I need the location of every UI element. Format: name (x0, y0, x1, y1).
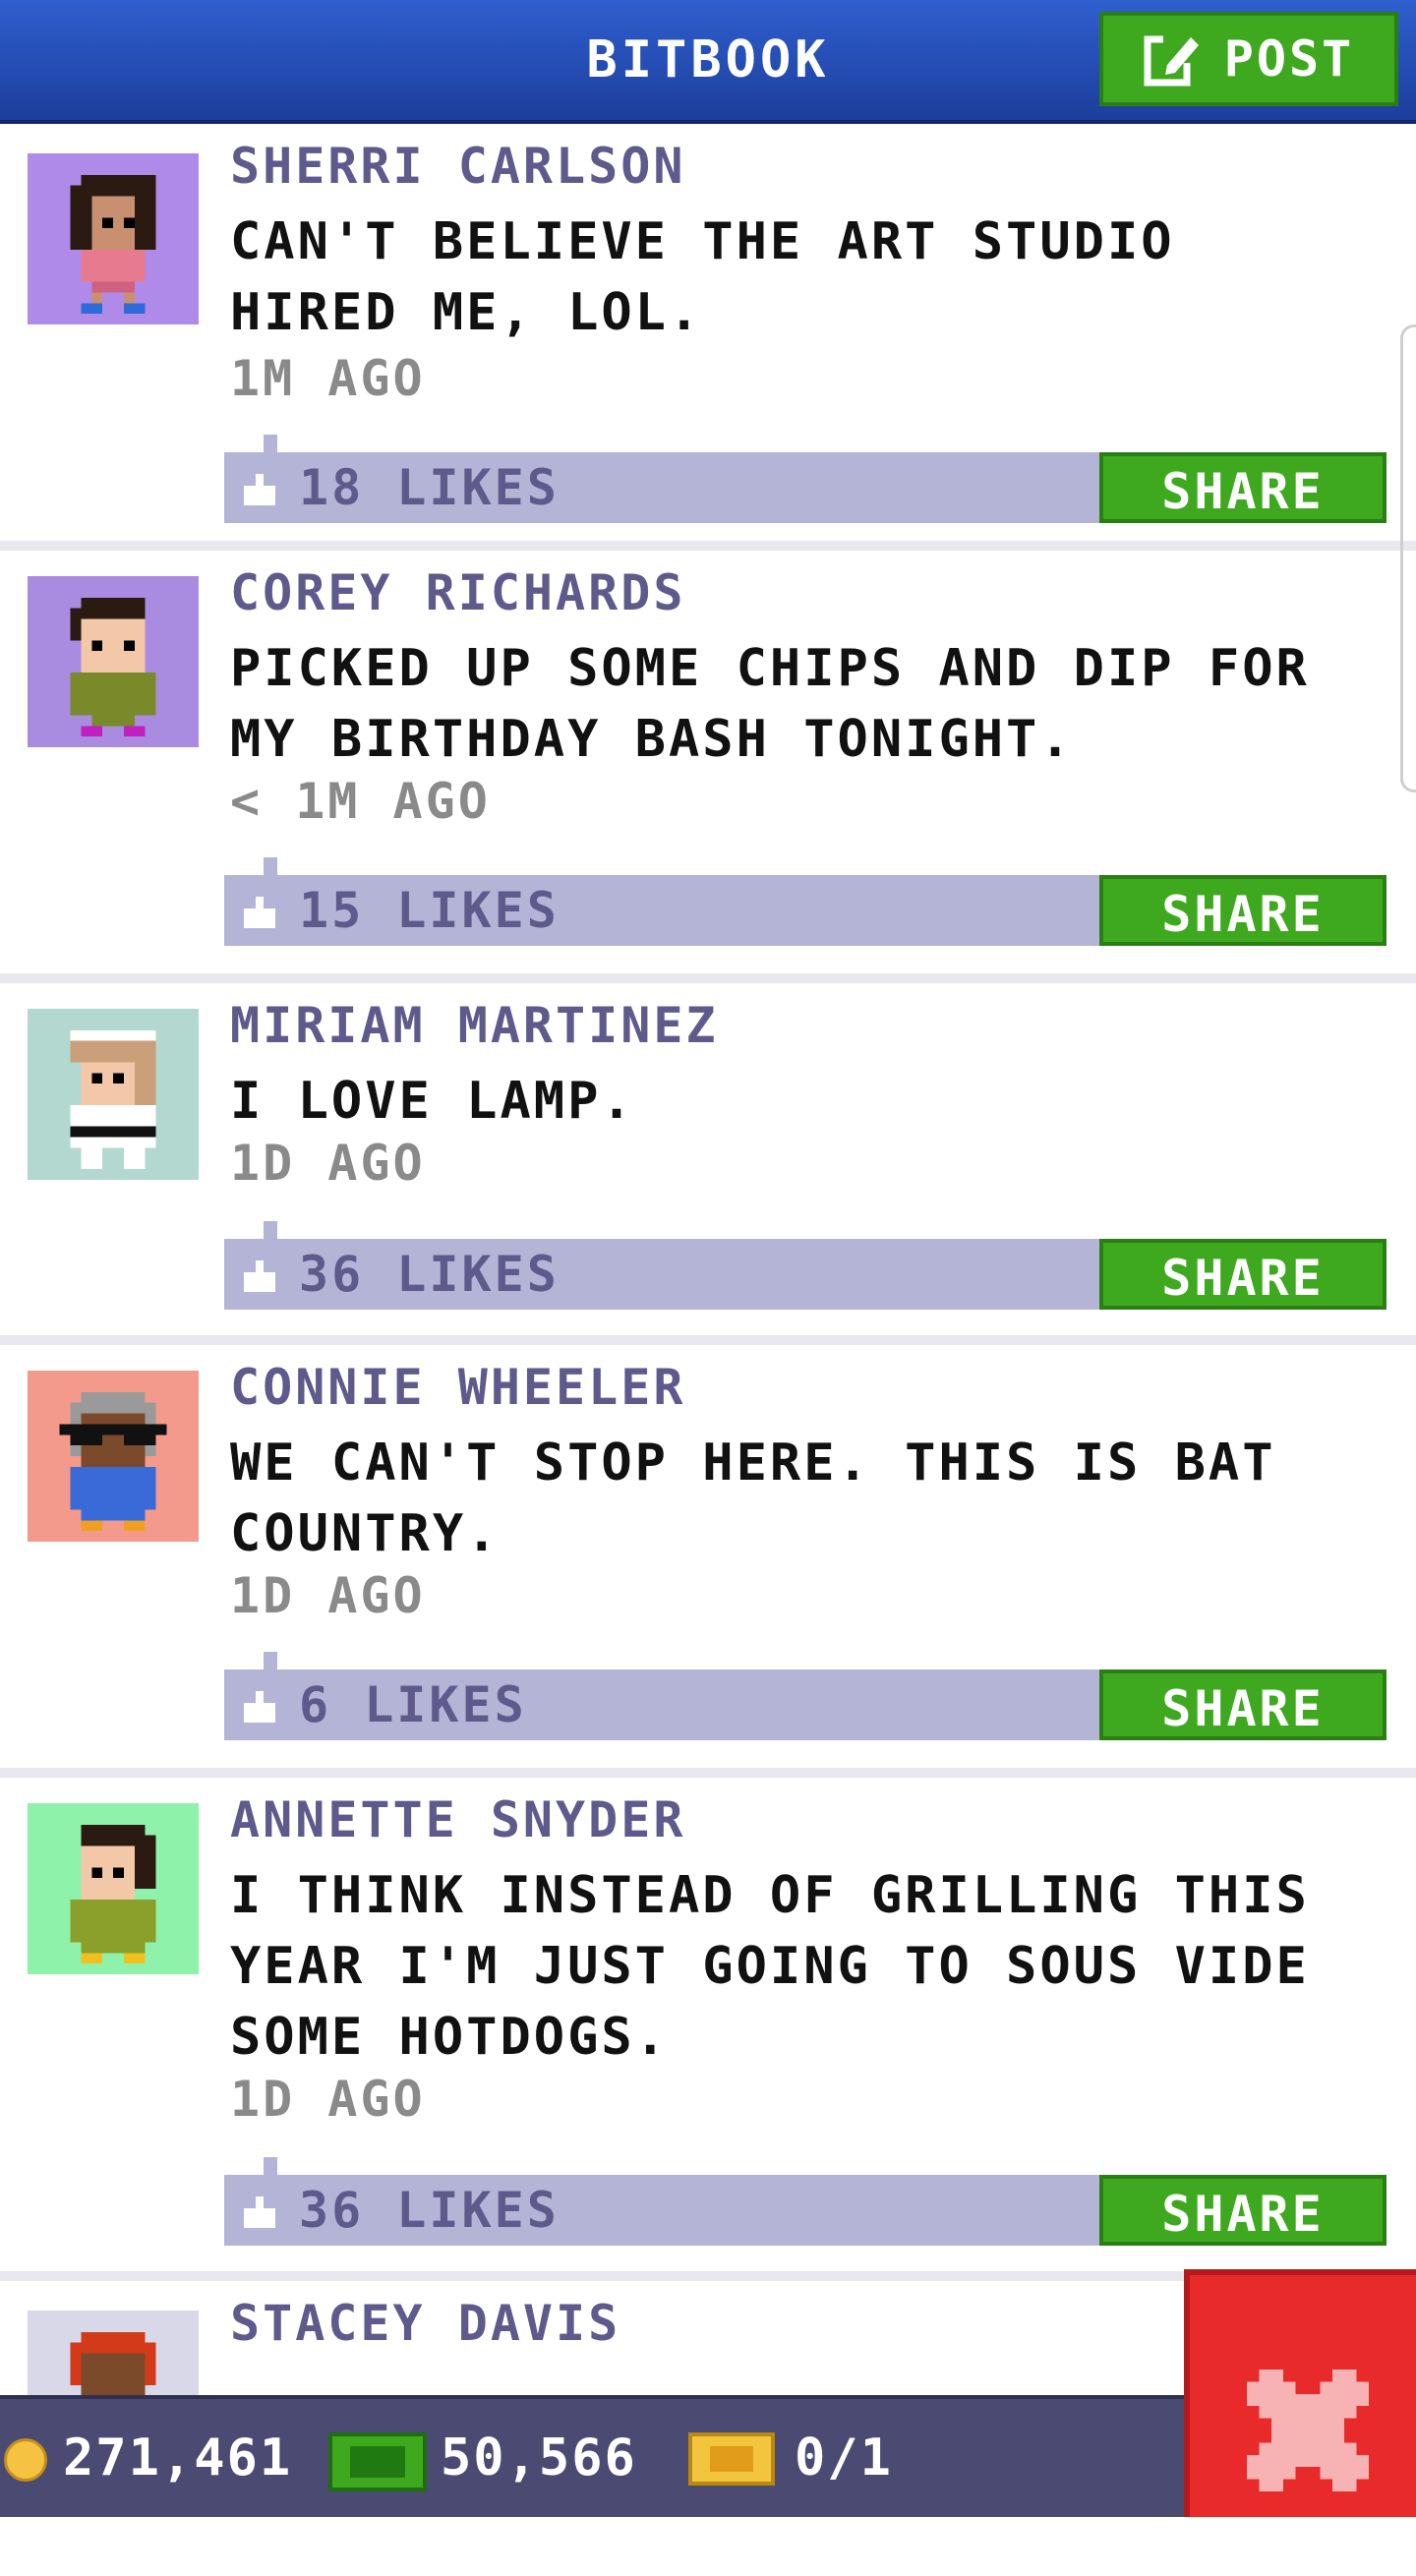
like-bar: 6 LIKES SHARE (224, 1652, 1386, 1740)
like-bar: 36 LIKES SHARE (224, 1221, 1386, 1310)
share-button[interactable]: SHARE (1099, 2175, 1386, 2246)
like-count: 18 LIKES (299, 459, 560, 516)
post-author[interactable]: SHERRI CARLSON (230, 138, 685, 195)
close-button[interactable] (1184, 2269, 1416, 2517)
feed-post: SHERRI CARLSON CAN'T BELIEVE THE ART STU… (0, 124, 1416, 551)
thumbs-up-icon[interactable] (240, 1691, 279, 1723)
share-button[interactable]: SHARE (1099, 1669, 1386, 1740)
compose-icon (1144, 35, 1199, 87)
cash-icon (328, 2432, 427, 2491)
like-count: 15 LIKES (299, 882, 560, 939)
share-button[interactable]: SHARE (1099, 452, 1386, 523)
post-author[interactable]: COREY RICHARDS (230, 564, 685, 621)
ticket-icon (688, 2432, 775, 2486)
coin-count: 271,461 (63, 2429, 293, 2488)
avatar (28, 1803, 199, 1974)
feed-post: ANNETTE SNYDER I THINK INSTEAD OF GRILLI… (0, 1778, 1416, 2281)
post-text: PICKED UP SOME CHIPS AND DIP FOR MY BIRT… (230, 639, 1310, 769)
ticket-count: 0/1 (795, 2429, 893, 2488)
share-button[interactable]: SHARE (1099, 1239, 1386, 1310)
post-author[interactable]: ANNETTE SNYDER (230, 1791, 685, 1848)
close-icon (1247, 2370, 1369, 2491)
like-bar-notch (264, 857, 277, 875)
post-text: WE CAN'T STOP HERE. THIS IS BAT COUNTRY. (230, 1434, 1276, 1563)
post-button-label: POST (1223, 30, 1355, 88)
like-count: 36 LIKES (299, 2182, 560, 2239)
post-author[interactable]: STACEY DAVIS (230, 2295, 620, 2352)
thumbs-up-icon[interactable] (240, 474, 279, 505)
like-bar: 36 LIKES SHARE (224, 2157, 1386, 2246)
coin-icon (4, 2438, 47, 2482)
feed-post: MIRIAM MARTINEZ I LOVE LAMP. 1D AGO 36 L… (0, 983, 1416, 1345)
post-time: 1D AGO (230, 1135, 426, 1192)
post-author[interactable]: MIRIAM MARTINEZ (230, 997, 719, 1054)
post-time: 1D AGO (230, 1567, 426, 1624)
avatar (28, 1371, 199, 1542)
share-button[interactable]: SHARE (1099, 875, 1386, 946)
like-bar: 18 LIKES SHARE (224, 435, 1386, 523)
app-header: BITBOOK POST (0, 0, 1416, 124)
like-bar-notch (264, 1221, 277, 1239)
feed-post: COREY RICHARDS PICKED UP SOME CHIPS AND … (0, 551, 1416, 983)
like-bar-notch (264, 435, 277, 452)
thumbs-up-icon[interactable] (240, 897, 279, 928)
avatar (28, 153, 199, 324)
avatar (28, 1009, 199, 1180)
like-bar-notch (264, 2157, 277, 2175)
post-time: 1D AGO (230, 2071, 426, 2128)
post-time: 1M AGO (230, 350, 426, 407)
thumbs-up-icon[interactable] (240, 2196, 279, 2228)
avatar (28, 576, 199, 747)
like-count: 36 LIKES (299, 1246, 560, 1303)
post-author[interactable]: CONNIE WHEELER (230, 1359, 685, 1416)
post-text: I THINK INSTEAD OF GRILLING THIS YEAR I'… (230, 1866, 1310, 2067)
post-text: CAN'T BELIEVE THE ART STUDIO HIRED ME, L… (230, 212, 1175, 342)
feed-post: CONNIE WHEELER WE CAN'T STOP HERE. THIS … (0, 1345, 1416, 1778)
post-text: I LOVE LAMP. (230, 1072, 635, 1131)
like-bar-notch (264, 1652, 277, 1669)
scroll-indicator[interactable] (1400, 324, 1416, 792)
like-count: 6 LIKES (299, 1676, 527, 1733)
post-button[interactable]: POST (1099, 12, 1398, 106)
post-time: < 1M AGO (230, 773, 491, 830)
news-feed[interactable]: SHERRI CARLSON CAN'T BELIEVE THE ART STU… (0, 124, 1416, 2576)
cash-count: 50,566 (441, 2429, 637, 2488)
like-bar: 15 LIKES SHARE (224, 857, 1386, 946)
thumbs-up-icon[interactable] (240, 1260, 279, 1292)
